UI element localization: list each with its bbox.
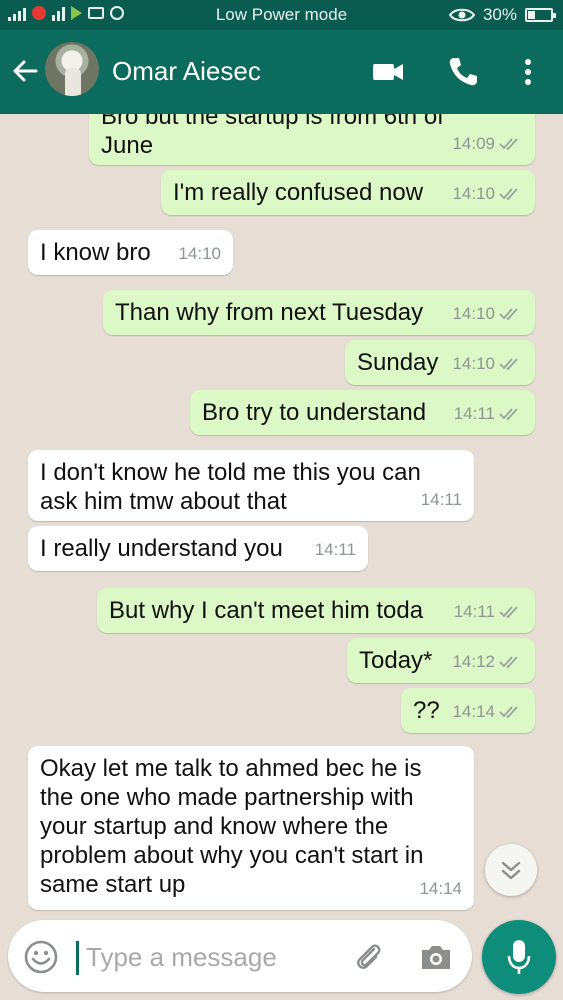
- message-meta: 14:09: [452, 129, 523, 158]
- message-meta: 14:10: [452, 349, 523, 378]
- message-text: Bro try to understand: [202, 399, 427, 426]
- message-meta: 14:12: [452, 647, 523, 676]
- message-bubble-out[interactable]: Today* 14:12: [347, 638, 535, 683]
- status-icons-right: 30%: [448, 5, 556, 25]
- message-bubble-out[interactable]: Bro try to understand 14:11: [190, 390, 535, 435]
- double-check-icon: [499, 655, 518, 668]
- avatar[interactable]: [45, 42, 99, 96]
- message-time: 14:12: [452, 652, 495, 671]
- message-text: Today*: [359, 647, 433, 674]
- message-time: 14:10: [178, 244, 221, 263]
- message-text: I know bro: [40, 239, 151, 266]
- message-text: ??: [413, 697, 440, 724]
- battery-level: [528, 11, 536, 19]
- message-text: I'm really confused now: [173, 179, 424, 206]
- eye-icon: [448, 8, 475, 22]
- double-check-icon: [499, 307, 518, 320]
- arrow-left-icon[interactable]: [10, 56, 40, 86]
- emoji-icon[interactable]: [24, 940, 58, 974]
- message-time: 14:11: [453, 404, 495, 423]
- double-check-icon: [499, 605, 518, 618]
- status-bar: Low Power mode 30%: [0, 0, 563, 30]
- chevron-double-down-icon: [501, 861, 521, 880]
- message-meta: 14:10: [178, 239, 221, 268]
- double-check-icon: [499, 137, 518, 150]
- message-time: 14:11: [453, 602, 495, 621]
- message-text: Than why from next Tuesday: [115, 299, 424, 326]
- message-bubble-out[interactable]: ?? 14:14: [401, 688, 535, 733]
- double-check-icon: [499, 187, 518, 200]
- message-bubble-in[interactable]: I know bro 14:10: [28, 230, 233, 275]
- more-vert-icon[interactable]: [510, 54, 546, 90]
- text-caret: [76, 941, 79, 975]
- message-meta: 14:11: [421, 485, 462, 514]
- double-check-icon: [499, 705, 518, 718]
- message-meta: 14:11: [454, 399, 523, 428]
- message-time: 14:10: [452, 354, 495, 373]
- message-meta: 14:11: [454, 597, 523, 626]
- mic-button[interactable]: [482, 920, 556, 994]
- message-input[interactable]: Type a message: [86, 942, 277, 973]
- message-meta: 14:14: [419, 874, 462, 903]
- message-time: 14:14: [452, 702, 495, 721]
- message-bubble-in[interactable]: Okay let me talk to ahmed bec he is the …: [28, 746, 474, 910]
- message-bubble-out[interactable]: Bro but the startup is from 6th of June …: [89, 114, 535, 165]
- message-time: 14:11: [420, 490, 462, 509]
- message-bubble-out[interactable]: Sunday 14:10: [345, 340, 535, 385]
- chat-header: Omar Aiesec: [0, 30, 563, 114]
- attach-icon[interactable]: [352, 940, 386, 974]
- message-time: 14:10: [452, 184, 495, 203]
- message-meta: 14:11: [315, 535, 356, 564]
- message-bubble-out[interactable]: I'm really confused now 14:10: [161, 170, 535, 215]
- message-time: 14:14: [419, 879, 462, 898]
- battery-percent: 30%: [482, 5, 517, 24]
- message-list[interactable]: Bro but the startup is from 6th of June …: [0, 114, 563, 920]
- message-bubble-in[interactable]: I don't know he told me this you can ask…: [28, 450, 474, 521]
- message-time: 14:11: [314, 540, 356, 559]
- message-text: Sunday: [357, 349, 439, 376]
- message-meta: 14:10: [452, 179, 523, 208]
- message-meta: 14:14: [452, 697, 523, 726]
- video-call-icon[interactable]: [370, 54, 406, 90]
- message-text: Okay let me talk to ahmed bec he is the …: [40, 755, 424, 898]
- message-text: I don't know he told me this you can ask…: [40, 459, 421, 515]
- message-time: 14:09: [452, 134, 495, 153]
- message-bubble-out[interactable]: But why I can't meet him toda 14:11: [97, 588, 535, 633]
- message-text: Bro but the startup is from 6th of June: [101, 114, 444, 159]
- contact-name[interactable]: Omar Aiesec: [112, 56, 261, 87]
- camera-icon[interactable]: [418, 940, 454, 974]
- message-text: But why I can't meet him toda: [109, 597, 424, 624]
- phone-icon[interactable]: [445, 54, 481, 90]
- message-bubble-in[interactable]: I really understand you 14:11: [28, 526, 368, 571]
- battery-icon: [525, 8, 556, 22]
- message-text: I really understand you: [40, 535, 283, 562]
- scroll-to-bottom-button[interactable]: [485, 844, 537, 896]
- message-bubble-out[interactable]: Than why from next Tuesday 14:10: [103, 290, 535, 335]
- double-check-icon: [499, 407, 518, 420]
- message-composer: Type a message: [8, 920, 472, 992]
- message-time: 14:10: [452, 304, 495, 323]
- message-meta: 14:10: [452, 299, 523, 328]
- mic-icon: [507, 940, 531, 974]
- double-check-icon: [499, 357, 518, 370]
